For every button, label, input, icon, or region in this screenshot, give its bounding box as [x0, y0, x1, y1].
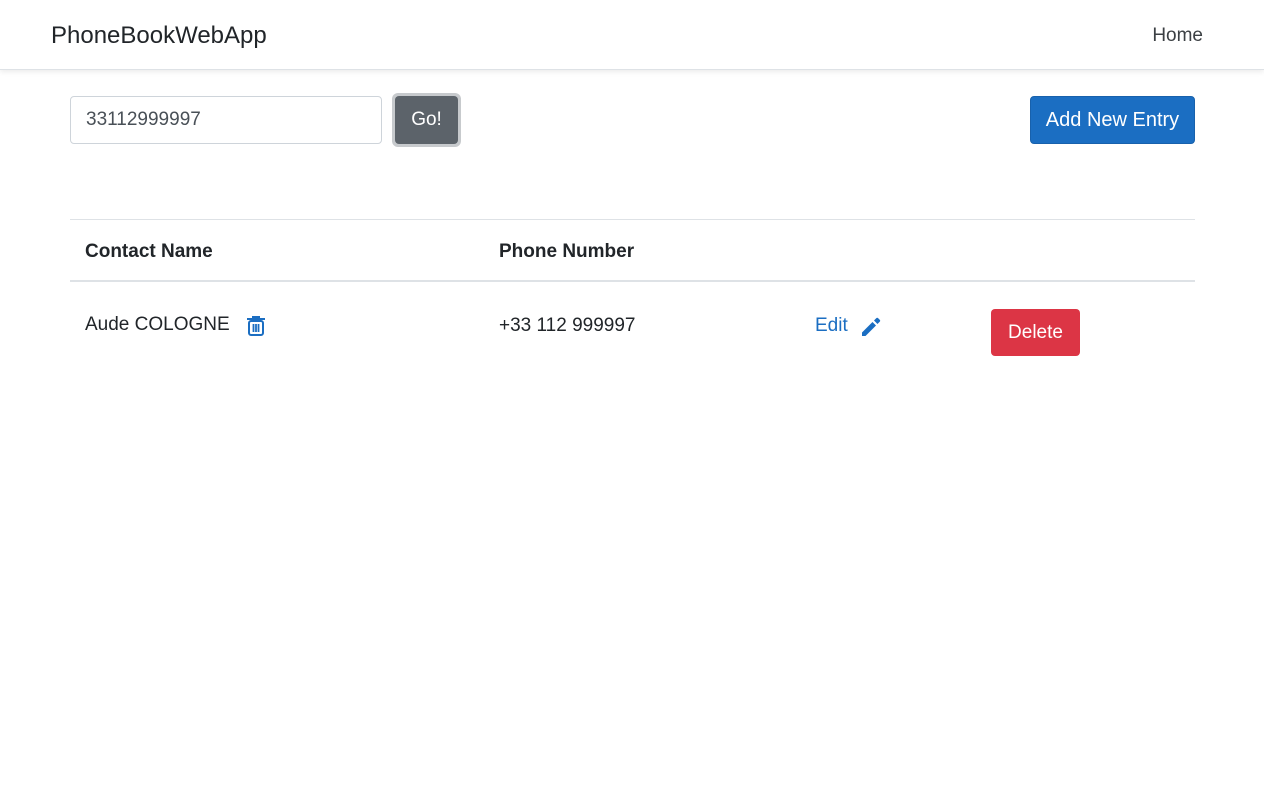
phone-number: +33 112 999997: [499, 315, 636, 336]
table-row: Aude COLOGNE +33 112 999997 Edit Delete: [70, 282, 1195, 372]
pencil-icon[interactable]: [860, 316, 882, 338]
header-contact-name: Contact Name: [85, 241, 213, 262]
header-phone-number: Phone Number: [499, 241, 635, 262]
navbar: PhoneBookWebApp Home: [0, 0, 1264, 70]
contact-name: Aude COLOGNE: [85, 314, 230, 335]
table-header: Contact Name Phone Number: [70, 220, 1195, 282]
contacts-table: Contact Name Phone Number Aude COLOGNE +…: [70, 219, 1195, 372]
delete-button[interactable]: Delete: [991, 309, 1080, 356]
add-new-entry-button[interactable]: Add New Entry: [1030, 96, 1195, 144]
search-input[interactable]: [70, 96, 382, 144]
nav-home-link[interactable]: Home: [1152, 24, 1203, 48]
brand-link[interactable]: PhoneBookWebApp: [51, 20, 267, 52]
trash-icon[interactable]: [246, 314, 266, 336]
go-button[interactable]: Go!: [392, 93, 461, 147]
go-button-label: Go!: [395, 96, 458, 144]
edit-link[interactable]: Edit: [815, 314, 848, 338]
